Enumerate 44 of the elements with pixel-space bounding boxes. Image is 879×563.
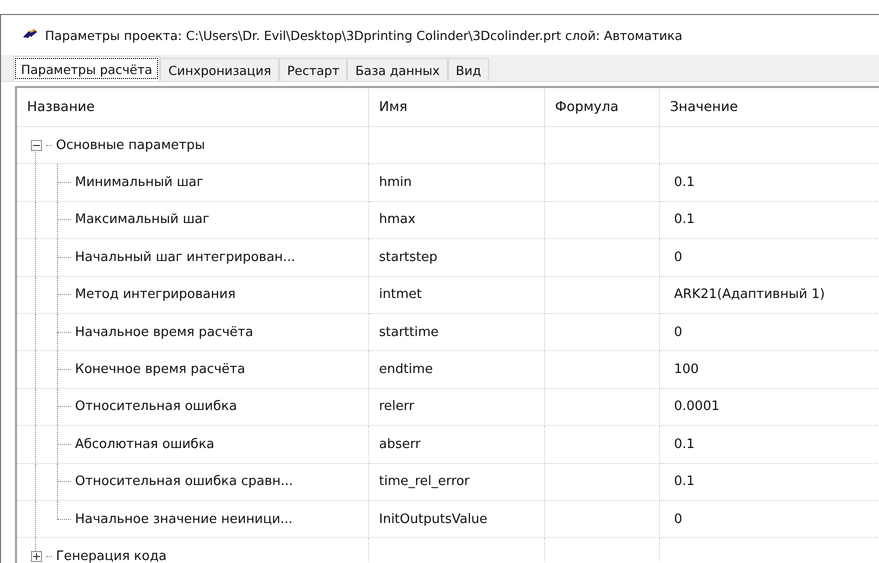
column-header[interactable]: Название	[17, 88, 369, 127]
parameter-value[interactable]: 0	[674, 512, 682, 527]
column-header[interactable]: Имя	[369, 88, 545, 127]
parameter-id: intmet	[379, 287, 422, 302]
parameter-value[interactable]: 0	[674, 250, 682, 265]
parameter-name: Начальный шаг интегрирован...	[75, 250, 296, 265]
expand-toggle[interactable]	[31, 550, 42, 562]
parameter-value[interactable]: 0.1	[674, 474, 695, 490]
parameter-value[interactable]: 100	[674, 362, 699, 378]
tree-group-label[interactable]: Основные параметры	[56, 138, 205, 153]
collapse-toggle[interactable]	[31, 140, 42, 151]
column-header[interactable]: Значение	[660, 88, 879, 127]
parameter-id: abserr	[379, 436, 420, 452]
parameter-name: Относительная ошибка сравн...	[75, 474, 294, 490]
parameter-name: Начальное значение неиници...	[75, 512, 293, 527]
tab[interactable]: Параметры расчёта	[13, 56, 160, 81]
tab[interactable]: Синхронизация	[160, 58, 280, 81]
tree-group-label[interactable]: Генерация кода	[56, 548, 167, 563]
parameter-name: Начальное время расчёта	[75, 324, 254, 340]
parameter-id: hmin	[379, 175, 412, 190]
parameter-value[interactable]: 0.0001	[674, 399, 720, 414]
parameter-name: Относительная ошибка	[75, 399, 237, 414]
parameter-id: startstep	[379, 250, 438, 265]
tab[interactable]: Вид	[448, 58, 490, 81]
parameter-id: endtime	[379, 362, 433, 378]
column-header[interactable]: Формула	[545, 88, 660, 127]
window-title: Параметры проекта: C:\Users\Dr. Evil\Desktop\3Dprinting Colinder\3Dcolinder.prt слой: Автоматика	[45, 28, 682, 42]
parameter-id: hmax	[379, 212, 416, 228]
parameter-id: time_rel_error	[379, 474, 470, 490]
parameter-value[interactable]: 0.1	[674, 212, 695, 228]
parameter-value[interactable]: 0.1	[674, 175, 695, 190]
tab[interactable]: База данных	[347, 58, 448, 81]
parameter-id: relerr	[379, 399, 414, 414]
parameter-name: Минимальный шаг	[75, 175, 204, 190]
parameter-name: Метод интегрирования	[75, 287, 236, 302]
parameter-value[interactable]: 0.1	[674, 436, 695, 452]
parameter-name: Конечное время расчёта	[75, 362, 246, 378]
tab[interactable]: Рестарт	[279, 58, 348, 81]
parameter-id: InitOutputsValue	[379, 512, 488, 527]
parameter-name: Максимальный шаг	[75, 212, 210, 228]
parameter-value[interactable]: 0	[674, 324, 682, 340]
parameter-value[interactable]: ARK21(Адаптивный 1)	[674, 287, 825, 302]
parameter-name: Абсолютная ошибка	[75, 436, 214, 452]
parameter-id: starttime	[379, 324, 439, 340]
